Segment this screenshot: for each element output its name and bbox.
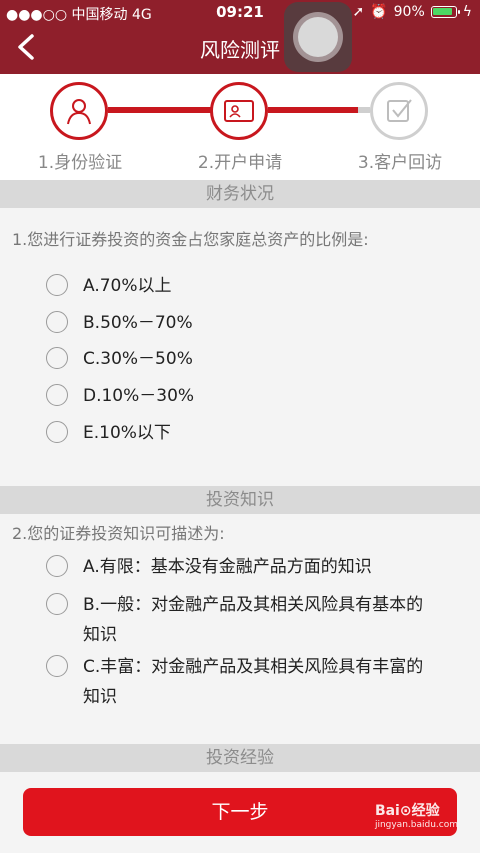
step-1-circle <box>50 82 108 140</box>
step-connector-2 <box>268 107 370 113</box>
id-card-icon <box>224 100 254 122</box>
q2-option-b[interactable]: B.一般：对金融产品及其相关风险具有基本的知识 <box>46 590 436 650</box>
option-label: A.有限：基本没有金融产品方面的知识 <box>83 557 372 577</box>
step-2-circle <box>210 82 268 140</box>
radio-button[interactable] <box>46 347 68 369</box>
q1-option-d[interactable]: D.10%－30% <box>46 381 194 411</box>
radio-button[interactable] <box>46 384 68 406</box>
q1-option-c[interactable]: C.30%－50% <box>46 344 193 374</box>
location-icon: ➚ <box>352 4 365 20</box>
q1-option-a[interactable]: A.70%以上 <box>46 271 172 301</box>
section-header-experience: 投资经验 <box>0 744 480 772</box>
option-label: E.10%以下 <box>83 423 171 443</box>
section-knowledge: 2.您的证券投资知识可描述为: A.有限：基本没有金融产品方面的知识 B.一般：… <box>0 514 480 744</box>
section-finance: 1.您进行证券投资的资金占您家庭总资产的比例是: A.70%以上 B.50%－7… <box>0 208 480 486</box>
radio-button[interactable] <box>46 655 68 677</box>
watermark-text: Bai⊙经验 <box>374 803 440 819</box>
user-icon <box>67 99 91 125</box>
step-connector-1 <box>108 107 212 113</box>
step-2-label: 2.开户申请 <box>197 153 283 173</box>
charging-icon: ϟ <box>462 4 472 20</box>
radio-button[interactable] <box>46 593 68 615</box>
q2-option-a[interactable]: A.有限：基本没有金融产品方面的知识 <box>46 552 426 582</box>
section-header-finance: 财务状况 <box>0 180 480 208</box>
top-bar: ●●●○○ 中国移动 4G 09:21 ➚ ⏰ 90% ϟ 风险测评 <box>0 0 480 74</box>
option-label: B.50%－70% <box>83 313 193 333</box>
step-1-label: 1.身份验证 <box>37 153 123 173</box>
checkbox-icon <box>387 99 412 122</box>
radio-button[interactable] <box>46 274 68 296</box>
step-3-circle <box>370 82 428 140</box>
radio-button[interactable] <box>46 555 68 577</box>
option-label: C.30%－50% <box>83 349 193 369</box>
option-label: A.70%以上 <box>83 276 172 296</box>
radio-button[interactable] <box>46 311 68 333</box>
option-label: C.丰富：对金融产品及其相关风险具有丰富的知识 <box>83 657 424 707</box>
q1-option-e[interactable]: E.10%以下 <box>46 418 171 448</box>
option-label: B.一般：对金融产品及其相关风险具有基本的知识 <box>83 595 424 645</box>
assistive-touch-icon[interactable] <box>284 2 352 72</box>
q2-option-c[interactable]: C.丰富：对金融产品及其相关风险具有丰富的知识 <box>46 652 436 712</box>
q1-option-b[interactable]: B.50%－70% <box>46 308 193 338</box>
watermark: Bai⊙经验 jingyan.baidu.com <box>375 800 458 830</box>
status-right: ➚ ⏰ 90% ϟ <box>352 4 472 20</box>
question-1: 1.您进行证券投资的资金占您家庭总资产的比例是: <box>12 230 369 249</box>
progress-steps: 1.身份验证 2.开户申请 3.客户回访 <box>0 74 480 180</box>
question-2: 2.您的证券投资知识可描述为: <box>12 524 225 543</box>
option-label: D.10%－30% <box>83 386 195 406</box>
battery-icon <box>430 6 460 18</box>
status-bar: ●●●○○ 中国移动 4G 09:21 ➚ ⏰ 90% ϟ <box>0 0 480 24</box>
watermark-sub: jingyan.baidu.com <box>374 820 458 830</box>
radio-button[interactable] <box>46 421 68 443</box>
battery-percent: 90% <box>393 4 425 20</box>
section-header-knowledge: 投资知识 <box>0 486 480 514</box>
step-3-label: 3.客户回访 <box>357 153 443 173</box>
page-title: 风险测评 <box>200 38 280 62</box>
alarm-icon: ⏰ <box>370 4 388 20</box>
